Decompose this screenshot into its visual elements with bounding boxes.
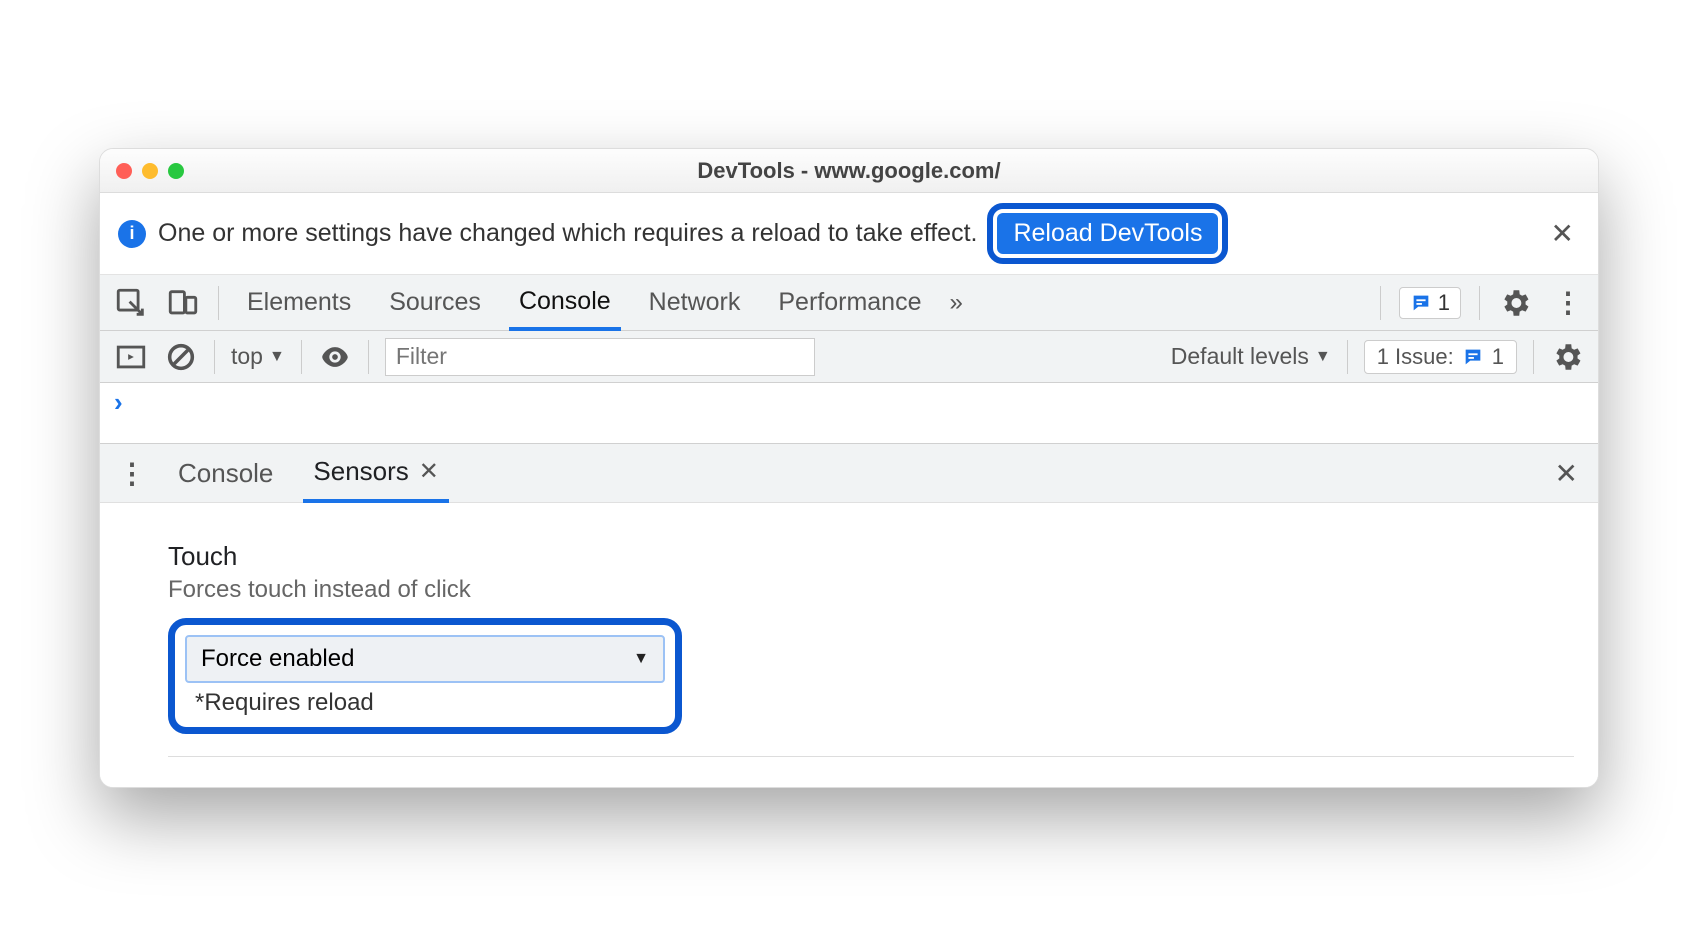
tab-performance[interactable]: Performance — [768, 275, 931, 330]
reload-devtools-button[interactable]: Reload DevTools — [997, 213, 1218, 254]
drawer-tab-console[interactable]: Console — [168, 444, 283, 502]
issues-badge[interactable]: 1 Issue: 1 — [1364, 340, 1517, 374]
inspect-icon[interactable] — [114, 286, 148, 320]
info-icon: i — [118, 220, 146, 248]
reload-button-highlight: Reload DevTools — [987, 203, 1228, 264]
messages-count: 1 — [1438, 290, 1450, 316]
tab-elements[interactable]: Elements — [237, 275, 361, 330]
window-title: DevTools - www.google.com/ — [100, 158, 1598, 184]
drawer-tabbar: ⋮ Console Sensors ✕ ✕ — [100, 444, 1598, 502]
console-output[interactable]: › — [100, 383, 1598, 443]
touch-select[interactable]: Force enabled ▼ — [185, 635, 665, 683]
devtools-window: DevTools - www.google.com/ i One or more… — [99, 148, 1599, 788]
drawer-close-button[interactable]: ✕ — [1549, 457, 1584, 490]
chat-icon — [1410, 292, 1432, 314]
device-toggle-icon[interactable] — [166, 286, 200, 320]
touch-section-sublabel: Forces touch instead of click — [168, 576, 1574, 604]
console-toolbar: top ▼ Default levels ▼ 1 Issue: 1 — [100, 331, 1598, 383]
context-value: top — [231, 343, 263, 370]
tab-sources[interactable]: Sources — [379, 275, 491, 330]
close-tab-icon[interactable]: ✕ — [419, 457, 439, 486]
divider — [168, 756, 1574, 757]
touch-select-value: Force enabled — [201, 645, 354, 673]
filter-input[interactable] — [385, 338, 815, 376]
console-settings-gear-icon[interactable] — [1550, 340, 1584, 374]
drawer-tab-sensors[interactable]: Sensors ✕ — [303, 445, 449, 503]
reload-infobar: i One or more settings have changed whic… — [100, 193, 1598, 275]
levels-label: Default levels — [1171, 343, 1309, 370]
drawer-tab-label: Sensors — [313, 456, 408, 487]
more-menu-icon[interactable]: ⋮ — [1550, 286, 1584, 320]
messages-badge[interactable]: 1 — [1399, 287, 1461, 319]
log-levels-selector[interactable]: Default levels ▼ — [1171, 343, 1331, 370]
context-selector[interactable]: top ▼ — [231, 343, 285, 370]
tab-console[interactable]: Console — [509, 276, 621, 331]
requires-reload-note: *Requires reload — [195, 689, 665, 717]
tab-network[interactable]: Network — [639, 275, 751, 330]
drawer: ⋮ Console Sensors ✕ ✕ Touch Forces touch… — [100, 443, 1598, 787]
issues-count: 1 — [1492, 344, 1504, 370]
prompt-caret-icon: › — [114, 387, 123, 417]
infobar-close-button[interactable]: ✕ — [1545, 217, 1580, 250]
live-expression-icon[interactable] — [318, 340, 352, 374]
infobar-message: One or more settings have changed which … — [158, 219, 977, 248]
main-tabbar: Elements Sources Console Network Perform… — [100, 275, 1598, 331]
settings-gear-icon[interactable] — [1498, 286, 1532, 320]
chat-icon — [1462, 346, 1484, 368]
caret-down-icon: ▼ — [633, 650, 649, 668]
caret-down-icon: ▼ — [1315, 348, 1331, 366]
caret-down-icon: ▼ — [269, 348, 285, 366]
issues-label: 1 Issue: — [1377, 344, 1454, 370]
touch-section-label: Touch — [168, 541, 1574, 572]
console-sidebar-toggle-icon[interactable] — [114, 340, 148, 374]
clear-console-icon[interactable] — [164, 340, 198, 374]
touch-select-highlight: Force enabled ▼ *Requires reload — [168, 618, 682, 734]
more-tabs-icon[interactable]: » — [949, 289, 962, 317]
drawer-more-icon[interactable]: ⋮ — [114, 456, 148, 490]
titlebar: DevTools - www.google.com/ — [100, 149, 1598, 193]
sensors-panel: Touch Forces touch instead of click Forc… — [100, 502, 1598, 787]
